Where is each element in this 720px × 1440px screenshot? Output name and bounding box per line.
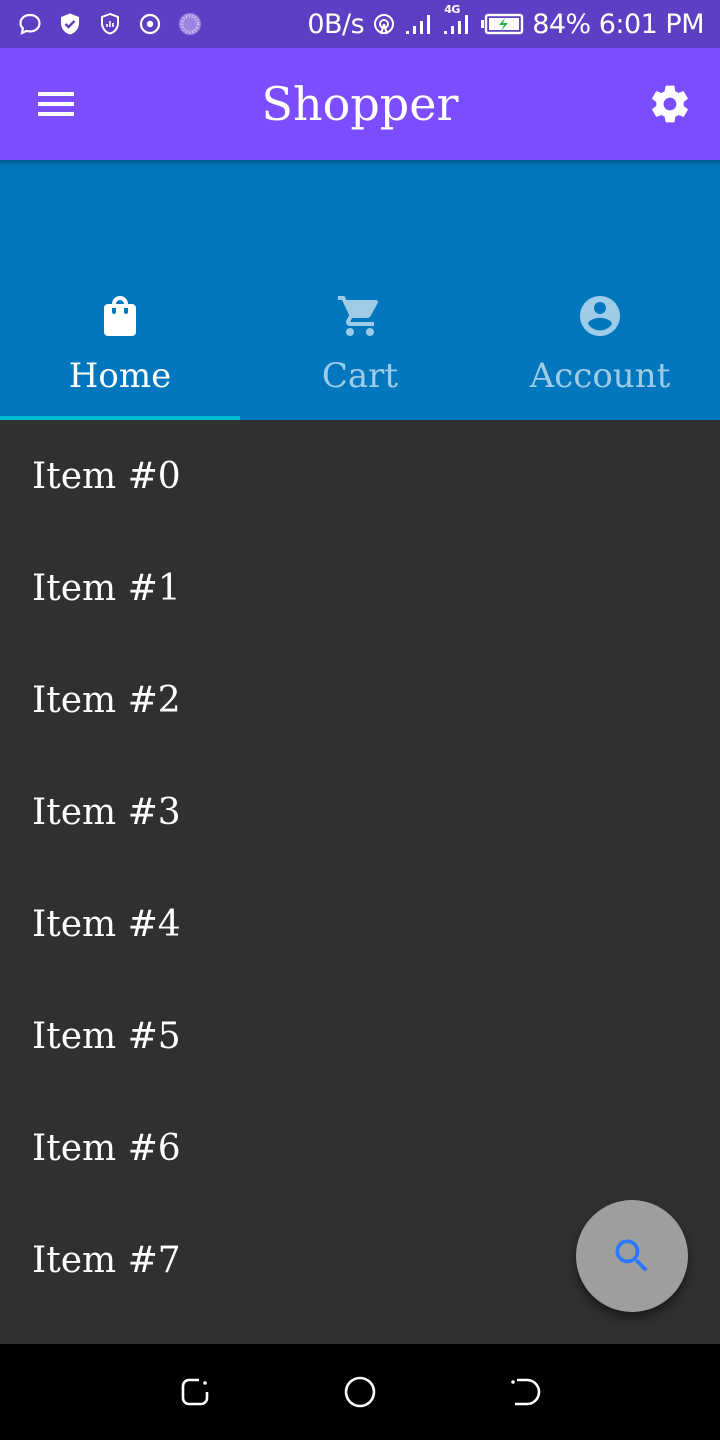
list-item-label: Item #6: [32, 1127, 181, 1169]
tab-bar: Home Cart Account: [0, 280, 720, 420]
list-item[interactable]: Item #0: [0, 420, 720, 532]
list-item-label: Item #4: [32, 903, 181, 945]
list-item-label: Item #5: [32, 1015, 181, 1057]
list-item[interactable]: Item #4: [0, 868, 720, 980]
target-icon: [138, 12, 162, 36]
clock: 6:01 PM: [598, 8, 705, 40]
system-nav-bar: [0, 1344, 720, 1440]
hotspot-icon: [372, 12, 396, 36]
list-item[interactable]: Item #6: [0, 1092, 720, 1204]
settings-button[interactable]: [642, 78, 698, 130]
system-status: 0B/s 4G 84% 6:01 PM: [307, 3, 705, 40]
back-icon: [509, 1376, 541, 1408]
list-item[interactable]: Item #2: [0, 644, 720, 756]
list-item-label: Item #7: [32, 1239, 181, 1281]
back-button[interactable]: [505, 1372, 545, 1412]
tab-home[interactable]: Home: [0, 280, 240, 420]
account-circle-icon: [576, 292, 624, 340]
tab-cart[interactable]: Cart: [240, 280, 480, 420]
search-fab[interactable]: [576, 1200, 688, 1312]
list-item-label: Item #2: [32, 679, 181, 721]
gear-icon: [648, 82, 692, 126]
list-item-label: Item #1: [32, 567, 181, 609]
shopping-bag-icon: [96, 292, 144, 340]
battery-charging-icon: [480, 12, 524, 36]
chat-bubble-icon: [18, 12, 42, 36]
shield-check-icon: [58, 12, 82, 36]
home-circle-icon: [343, 1375, 377, 1409]
shield-stats-icon: [98, 12, 122, 36]
home-button[interactable]: [340, 1372, 380, 1412]
tab-cart-label: Cart: [321, 356, 399, 396]
cart-icon: [336, 292, 384, 340]
app-bar: Shopper: [0, 48, 720, 160]
recent-apps-icon: [179, 1376, 211, 1408]
app-title: Shopper: [261, 77, 459, 131]
tab-account[interactable]: Account: [480, 280, 720, 420]
recent-apps-button[interactable]: [175, 1372, 215, 1412]
list-item-label: Item #0: [32, 455, 181, 497]
net-speed: 0B/s: [307, 8, 365, 40]
list-item[interactable]: Item #5: [0, 980, 720, 1092]
list-item-label: Item #3: [32, 791, 181, 833]
status-bar: 0B/s 4G 84% 6:01 PM: [0, 0, 720, 48]
header-area: Home Cart Account: [0, 160, 720, 420]
list-item[interactable]: Item #1: [0, 532, 720, 644]
notification-icons: [18, 12, 202, 36]
menu-button[interactable]: [26, 74, 86, 134]
menu-icon: [36, 89, 76, 119]
battery-level: 84%: [532, 8, 591, 40]
signal-4g-icon: 4G: [442, 3, 472, 36]
tab-account-label: Account: [529, 356, 671, 396]
spinner-icon: [178, 12, 202, 36]
list-item[interactable]: Item #3: [0, 756, 720, 868]
network-type: 4G: [444, 3, 460, 16]
tab-home-label: Home: [68, 356, 172, 396]
signal-icon: [404, 12, 434, 36]
search-icon: [610, 1234, 654, 1278]
